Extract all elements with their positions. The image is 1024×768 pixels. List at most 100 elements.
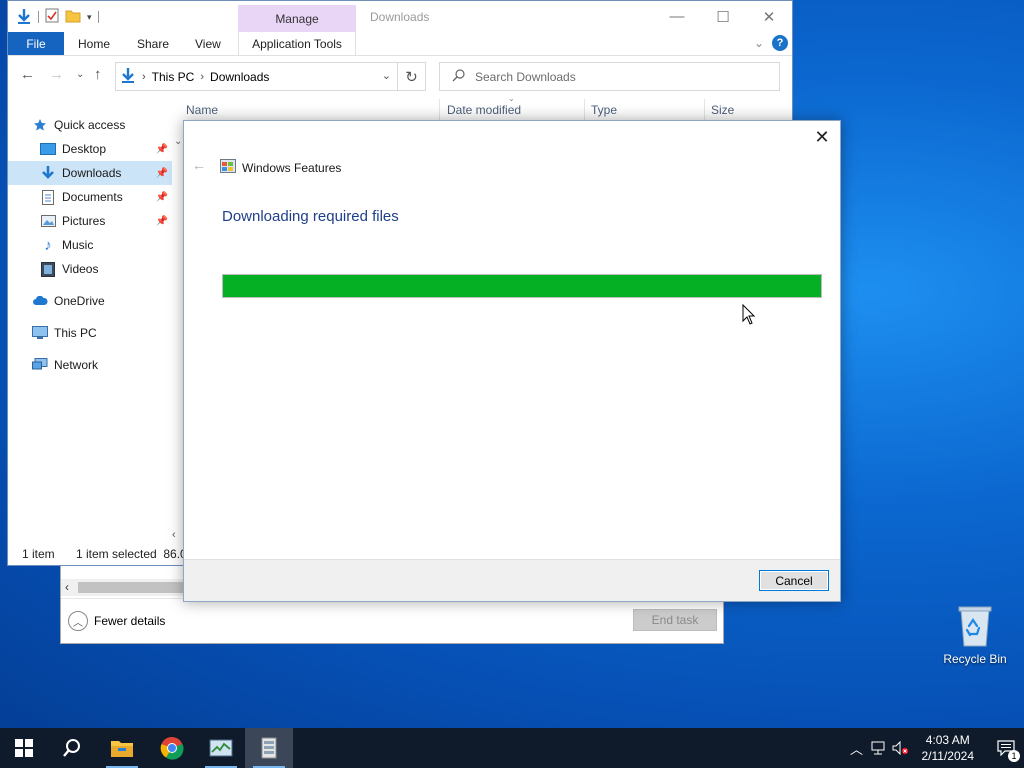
chevron-up-icon[interactable]: ︿	[846, 739, 868, 758]
navigation-pane: Quick access Desktop 📌 Downloads 📌 Docum…	[8, 96, 182, 536]
fewer-details-label: Fewer details	[94, 614, 166, 628]
nav-desktop[interactable]: Desktop 📌	[8, 137, 172, 161]
maximize-icon[interactable]: ☐	[700, 1, 746, 32]
windows-logo-icon	[15, 739, 33, 757]
back-arrow-icon[interactable]: ←	[20, 66, 35, 83]
nav-network[interactable]: Network	[32, 353, 196, 377]
cancel-button[interactable]: Cancel	[759, 570, 829, 591]
ribbon-tabs: File Home Share View Application Tools ⌄…	[8, 32, 792, 56]
nav-music[interactable]: ♪ Music	[8, 233, 172, 257]
minimize-icon[interactable]: —	[654, 1, 700, 32]
separator	[97, 11, 99, 23]
search-button[interactable]	[48, 728, 96, 768]
column-headers: Name ⌄ Date modified Type Size	[180, 94, 788, 121]
column-size[interactable]: Size	[711, 103, 734, 117]
help-icon[interactable]: ?	[772, 35, 788, 51]
column-divider[interactable]	[439, 99, 440, 121]
chrome-icon	[160, 736, 184, 760]
horizontal-scrollbar[interactable]: ‹	[61, 579, 185, 596]
search-box[interactable]	[439, 62, 780, 91]
downloads-arrow-icon	[16, 8, 32, 27]
network-icon[interactable]	[868, 741, 890, 755]
tab-manage[interactable]: Manage	[238, 5, 356, 32]
breadcrumb-separator-icon[interactable]: ›	[200, 71, 204, 83]
pin-icon: 📌	[155, 143, 168, 155]
close-icon[interactable]: ✕	[746, 1, 792, 32]
star-icon	[32, 117, 48, 133]
recent-locations-icon[interactable]: ⌄	[76, 69, 84, 80]
window-title: Downloads	[370, 10, 430, 24]
tab-share[interactable]: Share	[137, 32, 169, 55]
column-name[interactable]: Name	[186, 103, 218, 117]
scroll-left-icon[interactable]: ‹	[65, 580, 69, 594]
chevron-down-icon[interactable]: ⌄	[382, 69, 391, 82]
fewer-details-button[interactable]: ︿ Fewer details	[68, 611, 165, 631]
new-folder-icon[interactable]	[65, 9, 81, 26]
breadcrumb-separator-icon[interactable]: ›	[142, 71, 146, 83]
sort-chevron-icon: ⌄	[508, 94, 515, 103]
nav-videos[interactable]: Videos	[8, 257, 172, 281]
mouse-cursor-icon	[742, 303, 756, 326]
close-icon[interactable]: ✕	[810, 125, 834, 149]
clock[interactable]: 4:03 AM 2/11/2024	[922, 732, 975, 764]
network-icon	[32, 357, 48, 373]
nav-quick-access[interactable]: Quick access	[32, 113, 196, 137]
computer-icon	[32, 325, 48, 341]
recycle-bin[interactable]: Recycle Bin	[938, 600, 1012, 666]
column-divider[interactable]	[584, 99, 585, 121]
nav-label: OneDrive	[54, 294, 105, 308]
window-controls: — ☐ ✕	[654, 1, 792, 32]
back-arrow-icon[interactable]: ←	[192, 157, 206, 173]
notifications-icon[interactable]: 1	[988, 740, 1024, 762]
dialog-footer: Cancel	[184, 559, 840, 601]
refresh-icon[interactable]: ↻	[397, 63, 425, 90]
taskbar-file-explorer[interactable]	[98, 728, 146, 768]
volume-muted-icon[interactable]	[890, 741, 912, 755]
properties-icon[interactable]	[45, 8, 59, 26]
breadcrumb-this-pc[interactable]: This PC	[152, 70, 195, 84]
search-input[interactable]	[475, 69, 755, 84]
collapse-chevron-icon[interactable]: ⌄	[174, 136, 182, 147]
taskbar: ︿ 4:03 AM 2/11/2024 1	[0, 728, 1024, 768]
pictures-icon	[40, 213, 56, 229]
nav-pictures[interactable]: Pictures 📌	[8, 209, 172, 233]
pin-icon: 📌	[155, 215, 168, 227]
music-icon: ♪	[44, 236, 52, 254]
downloads-location-icon	[120, 67, 136, 86]
tab-application-tools[interactable]: Application Tools	[238, 32, 356, 55]
nav-label: This PC	[54, 326, 97, 340]
column-divider[interactable]	[704, 99, 705, 121]
progress-bar	[222, 274, 822, 298]
scroll-left-icon[interactable]: ‹	[172, 529, 176, 541]
nav-label: Downloads	[62, 166, 122, 180]
nav-label: Videos	[62, 262, 99, 276]
scrollbar-thumb[interactable]	[78, 582, 185, 593]
windows-features-icon	[261, 737, 277, 759]
taskbar-task-manager[interactable]	[197, 728, 245, 768]
tab-home[interactable]: Home	[78, 32, 110, 55]
taskbar-windows-features[interactable]	[245, 728, 293, 768]
nav-label: Music	[62, 238, 94, 252]
forward-arrow-icon[interactable]: →	[49, 66, 64, 83]
videos-icon	[40, 261, 56, 277]
nav-label: Documents	[62, 190, 123, 204]
folder-icon	[111, 741, 133, 757]
column-type[interactable]: Type	[591, 103, 617, 117]
end-task-button[interactable]: End task	[633, 609, 717, 631]
start-button[interactable]	[0, 728, 48, 768]
tab-file[interactable]: File	[8, 32, 64, 55]
column-date-modified[interactable]: Date modified	[447, 103, 521, 117]
breadcrumb-downloads[interactable]: Downloads	[210, 70, 269, 84]
nav-onedrive[interactable]: OneDrive	[32, 289, 196, 313]
expand-ribbon-icon[interactable]: ⌄	[754, 36, 764, 50]
nav-documents[interactable]: Documents 📌	[8, 185, 172, 209]
taskbar-chrome[interactable]	[148, 728, 196, 768]
nav-this-pc[interactable]: This PC	[32, 321, 196, 345]
address-bar[interactable]: › This PC › Downloads ⌄ ↻	[115, 62, 426, 91]
downloads-icon	[40, 165, 56, 181]
clock-date: 2/11/2024	[921, 749, 975, 763]
tab-view[interactable]: View	[195, 32, 221, 55]
nav-downloads[interactable]: Downloads 📌	[8, 161, 172, 185]
customize-qat-icon[interactable]: ▾	[87, 12, 92, 23]
up-arrow-icon[interactable]: ↑	[94, 66, 102, 83]
